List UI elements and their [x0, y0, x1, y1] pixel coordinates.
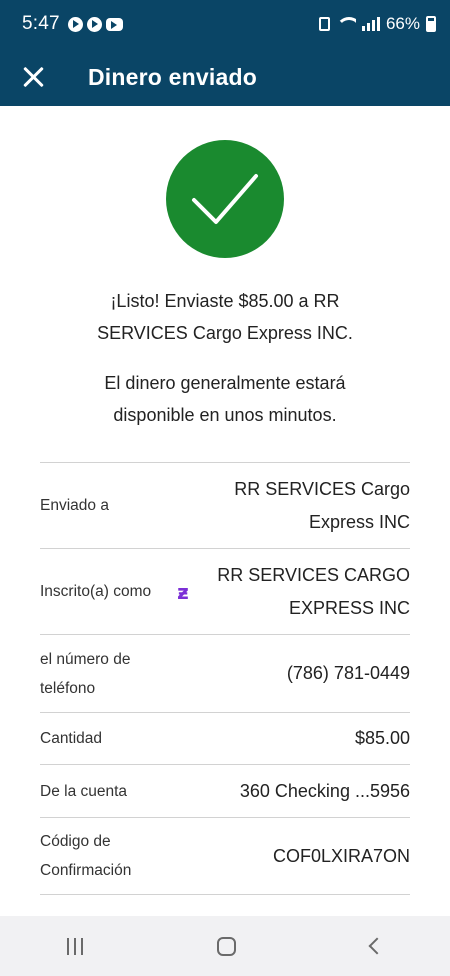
transfer-details: Enviado a RR SERVICES Cargo Express INC …	[40, 462, 410, 895]
battery-saver-icon	[318, 17, 330, 31]
back-icon[interactable]	[368, 937, 386, 955]
signal-icon	[361, 17, 380, 31]
detail-row-account: De la cuenta 360 Checking ...5956	[40, 764, 410, 817]
success-message-line1: ¡Listo! Enviaste $85.00 a RR	[110, 291, 340, 311]
detail-label: Enviado a	[40, 497, 109, 514]
detail-row-enrolled-as: Inscrito(a) como ƶ RR SERVICES CARGO EXP…	[40, 548, 410, 634]
status-app-icons	[67, 16, 123, 32]
detail-value: $85.00	[354, 728, 410, 748]
detail-label: Código de Confirmación	[40, 827, 131, 885]
detail-value: 360 Checking ...5956	[239, 780, 410, 801]
detail-label: el número de teléfono	[40, 645, 130, 703]
detail-label-line: Código de	[40, 833, 111, 850]
detail-value: RR SERVICES Cargo Express INC	[234, 473, 410, 539]
success-message: ¡Listo! Enviaste $85.00 a RR SERVICES Ca…	[30, 285, 420, 349]
success-message-line2: SERVICES Cargo Express INC.	[97, 323, 353, 343]
recent-apps-icon[interactable]	[67, 937, 84, 955]
availability-message-line1: El dinero generalmente estará	[104, 373, 346, 393]
youtube-icon	[105, 17, 123, 31]
detail-label-line: teléfono	[40, 679, 96, 697]
detail-value: (786) 781-0449	[286, 663, 410, 683]
detail-value-line: RR SERVICES Cargo	[234, 478, 410, 499]
status-bar: 5:47 66%	[0, 0, 450, 48]
availability-message-line2: disponible en unos minutos.	[113, 405, 337, 425]
telegram-icon	[67, 16, 83, 32]
detail-row-confirmation: Código de Confirmación COF0LXIRA7ON	[40, 817, 410, 895]
home-icon[interactable]	[217, 936, 237, 956]
detail-label: Inscrito(a) como	[40, 583, 152, 600]
detail-value: COF0LXIRA7ON	[272, 845, 410, 866]
detail-value-line: Express INC	[308, 511, 410, 532]
detail-row-amount: Cantidad $85.00	[40, 712, 410, 764]
detail-label-line: Confirmación	[40, 862, 132, 879]
telegram-icon	[86, 16, 102, 32]
status-time: 5:47	[22, 13, 60, 34]
detail-value-line: RR SERVICES CARGO	[217, 564, 410, 585]
availability-message: El dinero generalmente estará disponible…	[30, 367, 420, 431]
detail-row-phone: el número de teléfono (786) 781-0449	[40, 634, 410, 712]
close-icon[interactable]	[18, 62, 48, 92]
system-nav-bar	[0, 916, 450, 976]
battery-percent: 66%	[385, 14, 420, 33]
app-bar: Dinero enviado	[0, 48, 450, 106]
success-check-icon	[166, 140, 284, 258]
detail-value: RR SERVICES CARGO EXPRESS INC	[217, 559, 410, 625]
page-title: Dinero enviado	[88, 63, 257, 90]
zelle-icon: ƶ	[177, 579, 189, 604]
detail-label: De la cuenta	[40, 782, 128, 800]
battery-icon	[426, 16, 436, 32]
wifi-icon	[335, 17, 356, 31]
status-right: 66%	[318, 14, 436, 34]
detail-row-recipient: Enviado a RR SERVICES Cargo Express INC	[40, 462, 410, 548]
detail-label-line: el número de	[40, 650, 131, 668]
detail-label-wrap: Inscrito(a) como ƶ	[40, 577, 189, 606]
detail-value-line: EXPRESS INC	[288, 597, 410, 618]
detail-label: Cantidad	[40, 730, 103, 747]
